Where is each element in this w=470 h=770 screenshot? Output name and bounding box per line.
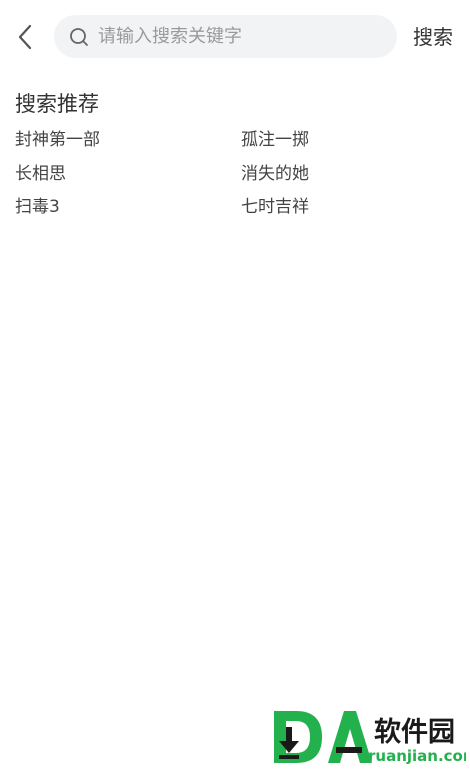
recommend-item[interactable]: 七时吉祥 — [241, 195, 309, 219]
recommend-item[interactable]: 封神第一部 — [15, 128, 100, 152]
recommend-item[interactable]: 扫毒3 — [15, 195, 60, 219]
svg-text:软件园: 软件园 — [374, 717, 455, 748]
recommend-item[interactable]: 消失的她 — [241, 162, 309, 186]
back-button[interactable] — [8, 20, 42, 54]
recommend-item[interactable]: 长相思 — [15, 162, 66, 186]
search-button[interactable]: 搜索 — [413, 22, 453, 52]
search-icon — [70, 28, 88, 46]
chevron-left-icon — [18, 24, 32, 50]
top-bar: 搜索 — [0, 0, 470, 74]
watermark-logo: 软件园 ruanjian.com — [274, 711, 466, 765]
section-title: 搜索推荐 — [15, 92, 99, 116]
search-page: 搜索 搜索推荐 封神第一部 孤注一掷 长相思 消失的她 扫毒3 七时吉祥 软件园… — [0, 0, 470, 770]
recommend-item[interactable]: 孤注一掷 — [241, 128, 309, 152]
svg-text:ruanjian.com: ruanjian.com — [368, 747, 466, 765]
search-input[interactable] — [98, 15, 383, 58]
search-box[interactable] — [54, 15, 397, 58]
